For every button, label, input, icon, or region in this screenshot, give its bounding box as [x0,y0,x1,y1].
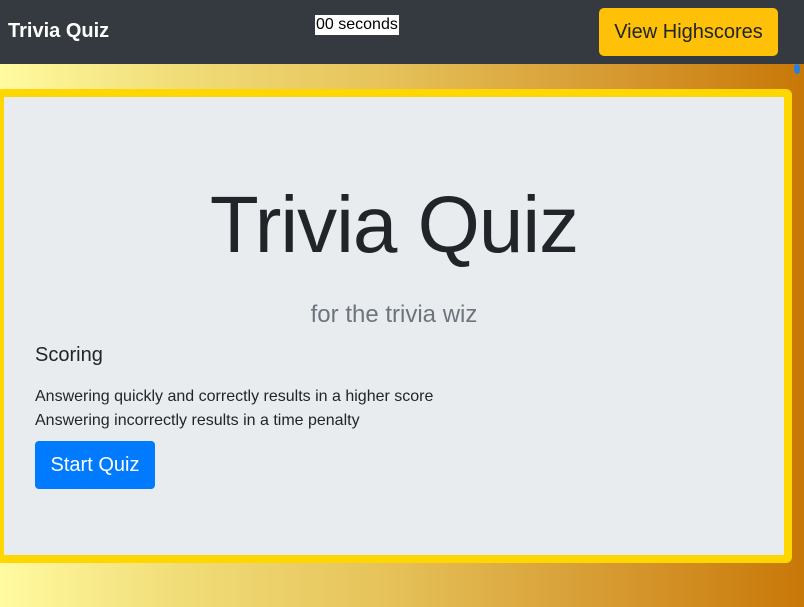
scoring-heading: Scoring [35,344,103,366]
scoring-rule: Answering incorrectly results in a time … [35,412,360,429]
timer-display: 00 seconds [315,15,399,35]
start-quiz-button[interactable]: Start Quiz [35,441,155,489]
navbar-brand[interactable]: Trivia Quiz [8,19,109,43]
quiz-intro-panel: Trivia Quiz for the trivia wiz Scoring A… [0,89,792,563]
scroll-indicator [794,64,800,74]
scoring-rule: Answering quickly and correctly results … [35,388,434,405]
page-subtitle: for the trivia wiz [310,301,478,328]
navbar: Trivia Quiz 00 seconds View Highscores [0,0,804,64]
page-title: Trivia Quiz [209,180,579,269]
view-highscores-button[interactable]: View Highscores [599,8,778,56]
